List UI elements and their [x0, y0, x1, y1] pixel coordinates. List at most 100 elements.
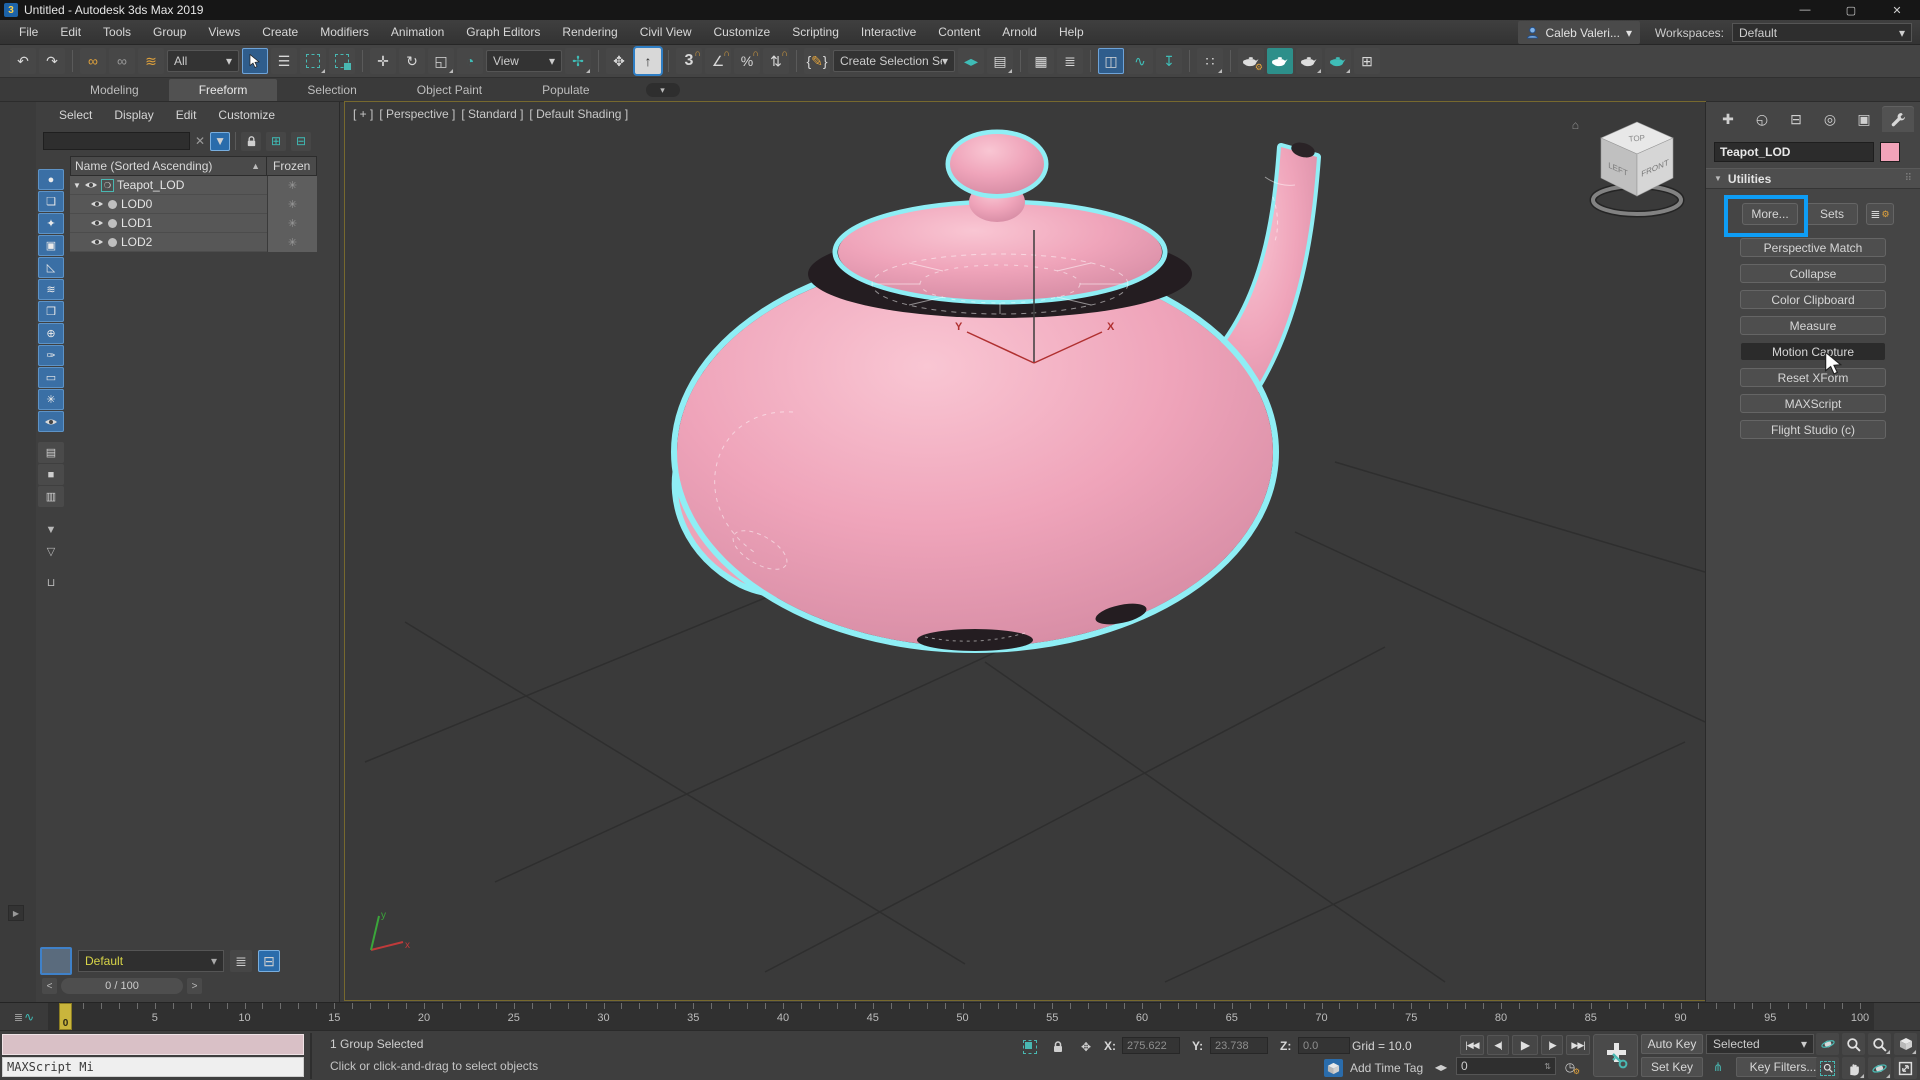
tree-row-teapot-lod[interactable]: ▼ ❍ Teapot_LOD ✳	[70, 175, 317, 195]
rendered-frame-window-icon[interactable]	[1267, 48, 1293, 74]
ribbon-tab-freeform[interactable]: Freeform	[168, 79, 278, 101]
display-visibility-icon[interactable]	[38, 411, 64, 432]
explorer-detail-view-icon[interactable]: ▥	[38, 486, 64, 507]
y-coord-field[interactable]	[1210, 1037, 1268, 1054]
rectangular-selection-region-icon[interactable]	[300, 48, 326, 74]
display-lights-icon[interactable]: ✦	[38, 213, 64, 234]
toggle-ribbon-icon[interactable]: ◫	[1098, 48, 1124, 74]
tree-row-lod2[interactable]: LOD2 ✳	[70, 232, 317, 252]
perspective-match-button[interactable]: Perspective Match	[1740, 238, 1886, 257]
selection-filter-dropdown[interactable]: All ▾	[167, 50, 239, 72]
color-clipboard-button[interactable]: Color Clipboard	[1740, 290, 1886, 309]
reference-coordinate-dropdown[interactable]: View ▾	[486, 50, 562, 72]
add-time-tag[interactable]: Add Time Tag	[1350, 1061, 1423, 1075]
tab-modify[interactable]: ◵	[1746, 106, 1778, 132]
select-and-link-icon[interactable]: ∞	[80, 48, 106, 74]
tab-create[interactable]: ✚	[1712, 106, 1744, 132]
menu-scripting[interactable]: Scripting	[781, 20, 850, 45]
tab-display[interactable]: ▣	[1848, 106, 1880, 132]
motion-capture-button[interactable]: Motion Capture	[1740, 342, 1886, 361]
display-helpers-icon[interactable]: ◺	[38, 257, 64, 278]
zoom-region-icon[interactable]	[1816, 1057, 1839, 1079]
account-menu[interactable]: Caleb Valeri... ▾	[1518, 21, 1640, 44]
viewcube-home-icon[interactable]: ⌂	[1572, 118, 1579, 132]
maxscript-mini-listener[interactable]	[2, 1034, 304, 1055]
viewport-menu-shading[interactable]: [ Default Shading ]	[529, 107, 628, 121]
toggle-layer-explorer-icon[interactable]: ≣	[1057, 48, 1083, 74]
tab-hierarchy[interactable]: ⊟	[1780, 106, 1812, 132]
render-production-icon[interactable]	[1296, 48, 1322, 74]
object-color-swatch[interactable]	[1880, 142, 1900, 162]
visibility-eye-icon[interactable]	[90, 218, 104, 228]
menu-customize[interactable]: Customize	[703, 20, 782, 45]
redo-icon[interactable]: ↷	[39, 48, 65, 74]
previous-frame-button[interactable]: ◀|	[1487, 1035, 1509, 1055]
container-icon[interactable]: ⊔	[38, 572, 64, 593]
unlink-selection-icon[interactable]: ∞	[109, 48, 135, 74]
select-and-scale-icon[interactable]: ◱	[428, 48, 454, 74]
maxscript-button[interactable]: MAXScript	[1740, 394, 1886, 413]
next-frame-button[interactable]: |▶	[1541, 1035, 1563, 1055]
select-and-manipulate-icon[interactable]: ✥	[606, 48, 632, 74]
workspace-dropdown[interactable]: Default ▾	[1732, 23, 1912, 42]
frozen-cell[interactable]: ✳	[267, 194, 317, 214]
timeline-playhead[interactable]: 0	[59, 1003, 72, 1030]
ribbon-tab-modeling[interactable]: Modeling	[60, 79, 169, 101]
frame-range-display[interactable]: 0 / 100	[61, 978, 183, 994]
display-space-warps-icon[interactable]: ≋	[38, 279, 64, 300]
display-bones-icon[interactable]: ✑	[38, 345, 64, 366]
maxscript-mini-listener-input[interactable]: MAXScript Mi	[2, 1057, 304, 1077]
time-tag-cube-icon[interactable]	[1324, 1059, 1343, 1077]
preset-dropdown[interactable]: Default ▾	[78, 950, 224, 972]
menu-rendering[interactable]: Rendering	[551, 20, 628, 45]
undo-icon[interactable]: ↶	[10, 48, 36, 74]
object-name-field[interactable]	[1714, 142, 1874, 162]
key-filter-icon[interactable]: ⋔	[1708, 1057, 1728, 1077]
display-cameras-icon[interactable]: ▣	[38, 235, 64, 256]
explorer-menu-select[interactable]: Select	[50, 108, 101, 122]
menu-modifiers[interactable]: Modifiers	[309, 20, 380, 45]
menu-help[interactable]: Help	[1048, 20, 1095, 45]
tab-utilities[interactable]	[1882, 106, 1914, 132]
reset-xform-button[interactable]: Reset XForm	[1740, 368, 1886, 387]
select-by-name-icon[interactable]: ☰	[271, 48, 297, 74]
collapse-button[interactable]: Collapse	[1740, 264, 1886, 283]
expand-arrow-icon[interactable]: ▼	[70, 181, 84, 190]
toggle-scene-explorer-icon[interactable]: ▦	[1028, 48, 1054, 74]
collapse-all-icon[interactable]: ⊟	[291, 131, 312, 151]
active-tool-swatch[interactable]	[40, 947, 72, 975]
menu-arnold[interactable]: Arnold	[991, 20, 1048, 45]
select-object-icon[interactable]	[242, 48, 268, 74]
tree-row-lod0[interactable]: LOD0 ✳	[70, 194, 317, 214]
explorer-menu-customize[interactable]: Customize	[209, 108, 284, 122]
frozen-cell[interactable]: ✳	[267, 175, 317, 195]
lock-explorer-icon[interactable]	[241, 131, 262, 151]
flight-studio-button[interactable]: Flight Studio (c)	[1740, 420, 1886, 439]
snaps-toggle-icon[interactable]: 3 ∩	[676, 48, 702, 74]
menu-tools[interactable]: Tools	[92, 20, 142, 45]
ribbon-collapse-button[interactable]: ▾	[645, 83, 680, 97]
mirror-icon[interactable]: ◂▸	[958, 48, 984, 74]
angle-snap-icon[interactable]: ∠ ∩	[705, 48, 731, 74]
frame-next-button[interactable]: >	[187, 978, 202, 994]
schematic-view-icon[interactable]: ↧	[1156, 48, 1182, 74]
selection-lock-icon[interactable]	[1048, 1037, 1068, 1057]
frame-prev-button[interactable]: <	[42, 978, 57, 994]
particle-view-icon[interactable]: ∷	[1197, 48, 1223, 74]
perspective-viewport[interactable]: Y X [ + ] [ Perspective ] [ Standard ] […	[344, 101, 1706, 1001]
display-groups-icon[interactable]: ❒	[38, 301, 64, 322]
select-and-rotate-icon[interactable]: ↻	[399, 48, 425, 74]
render-in-cloud-icon[interactable]	[1325, 48, 1351, 74]
menu-content[interactable]: Content	[927, 20, 991, 45]
menu-file[interactable]: File	[8, 20, 49, 45]
spinner-snap-icon[interactable]: ⇅ ∩	[763, 48, 789, 74]
track-curves-icon[interactable]: ∿	[24, 1010, 34, 1024]
menu-views[interactable]: Views	[197, 20, 251, 45]
display-containers-icon[interactable]: ▭	[38, 367, 64, 388]
visibility-eye-icon[interactable]	[90, 199, 104, 209]
utilities-config-icon[interactable]: ≣ ⚙	[1866, 203, 1894, 225]
maximize-button[interactable]: ▢	[1828, 0, 1874, 20]
filter-clear-icon[interactable]: ▽	[38, 541, 64, 562]
measure-button[interactable]: Measure	[1740, 316, 1886, 335]
menu-civil-view[interactable]: Civil View	[629, 20, 703, 45]
